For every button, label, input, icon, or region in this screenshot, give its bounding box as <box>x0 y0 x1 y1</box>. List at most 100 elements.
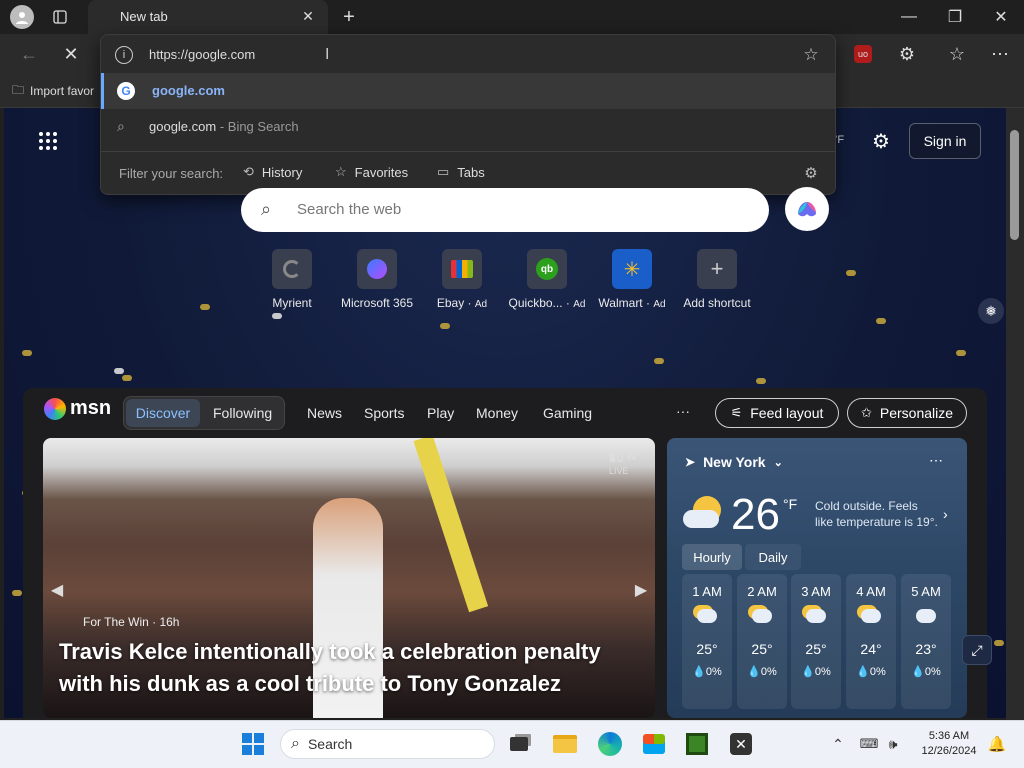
file-explorer-icon[interactable] <box>546 724 584 764</box>
filter-tabs-label: Tabs <box>457 164 485 180</box>
tab-new-tab[interactable]: New tab ✕ <box>88 0 328 34</box>
tab-discover[interactable]: Discover <box>126 399 200 427</box>
xbox-icon[interactable]: ✕ <box>722 724 760 764</box>
suggestion-bing[interactable]: ⌕ google.com - Bing Search <box>101 109 835 145</box>
nav-money[interactable]: Money <box>476 405 518 421</box>
tab-following[interactable]: Following <box>213 405 272 421</box>
carousel-prev-icon[interactable]: ◀ <box>49 578 65 602</box>
live-label: LIVE <box>609 466 629 476</box>
task-view-icon[interactable] <box>500 724 538 764</box>
notification-bell-icon[interactable]: 🔔 <box>988 734 1007 754</box>
suggestion-bing-query: google.com <box>149 119 217 134</box>
shortcut-quickbooks[interactable]: qb Quickbo... · Ad <box>505 249 589 310</box>
text-cursor-icon: I <box>325 46 330 63</box>
filter-favorites[interactable]: ☆ Favorites <box>335 164 408 180</box>
sign-in-button[interactable]: Sign in <box>909 123 981 159</box>
suggestion-google-label: google.com <box>152 83 225 98</box>
expand-icon[interactable]: ⤢ <box>962 635 992 665</box>
tab-actions-icon[interactable] <box>50 7 70 27</box>
background-effects-icon[interactable]: ❅ <box>978 298 1004 324</box>
network-icon[interactable]: ⌨ <box>860 734 879 754</box>
extensions-icon[interactable]: ⚙ <box>890 37 924 71</box>
apps-launcher-icon[interactable] <box>36 129 60 153</box>
filter-history-label: History <box>261 164 303 180</box>
hourly-forecast-item[interactable]: 2 AM 25° 💧0% <box>737 574 787 709</box>
filter-history[interactable]: ⟲ History <box>243 164 302 180</box>
more-menu-icon[interactable]: ⋯ <box>983 37 1017 71</box>
plus-icon: + <box>697 249 737 289</box>
carousel-next-icon[interactable]: ▶ <box>633 578 649 602</box>
new-tab-button[interactable]: + <box>338 6 360 28</box>
back-icon[interactable]: ← <box>12 37 46 71</box>
hour-time: 1 AM <box>692 584 722 599</box>
tab-hourly[interactable]: Hourly <box>682 544 742 570</box>
minimize-button[interactable]: — <box>886 0 932 34</box>
address-bar-dropdown: i https://google.com I ☆ G google.com ⌕ … <box>100 34 836 195</box>
stop-loading-icon[interactable]: ✕ <box>54 37 88 71</box>
hour-time: 3 AM <box>801 584 831 599</box>
partly-cloudy-night-icon <box>682 609 732 631</box>
personalize-button[interactable]: ✩ Personalize <box>847 398 967 428</box>
clock-time: 5:36 AM <box>928 730 970 742</box>
shortcut-walmart[interactable]: ✳ Walmart · Ad <box>590 249 674 310</box>
tab-daily[interactable]: Daily <box>745 544 801 570</box>
shortcut-ebay[interactable]: Ebay · Ad <box>420 249 504 310</box>
shortcut-myrient[interactable]: Myrient <box>250 249 334 310</box>
nav-play[interactable]: Play <box>427 405 454 421</box>
clock[interactable]: 5:36 AM 12/26/2024 <box>914 729 984 759</box>
story-headline[interactable]: Travis Kelce intentionally took a celebr… <box>59 636 639 700</box>
import-favorites-link[interactable]: 🗀 Import favor <box>12 82 94 100</box>
ad-badge: Ad <box>474 299 488 310</box>
profile-avatar[interactable] <box>10 5 34 29</box>
suggestion-google[interactable]: G google.com <box>101 73 835 109</box>
close-tab-icon[interactable]: ✕ <box>298 6 318 26</box>
copilot-button[interactable] <box>785 187 829 231</box>
shortcut-label-quickbooks: Quickbo... · Ad <box>508 296 586 310</box>
volume-icon[interactable]: 🕪 <box>884 734 902 754</box>
microsoft-store-icon[interactable] <box>635 724 673 764</box>
page-scrollbar[interactable] <box>1006 108 1024 720</box>
hourly-forecast-item[interactable]: 4 AM 24° 💧0% <box>846 574 896 709</box>
address-bar[interactable]: i https://google.com I ☆ <box>101 37 835 73</box>
msn-logo[interactable]: msn <box>44 397 111 420</box>
feed-layout-button[interactable]: ⚟ Feed layout <box>715 398 839 428</box>
page-settings-icon[interactable]: ⚙ <box>868 128 894 154</box>
precip-value: 0% <box>814 666 831 678</box>
web-search-box[interactable]: ⌕ Search the web <box>241 188 769 232</box>
shortcut-microsoft-365[interactable]: Microsoft 365 <box>335 249 419 310</box>
more-nav-icon[interactable]: ··· <box>676 403 690 419</box>
sliders-icon: ⚟ <box>730 405 743 420</box>
favorites-icon[interactable]: ☆ <box>940 37 974 71</box>
close-window-button[interactable]: ✕ <box>978 0 1024 34</box>
location-selector[interactable]: ➤ New York ⌄ <box>685 454 783 470</box>
nav-sports[interactable]: Sports <box>364 405 404 421</box>
windows-start-icon[interactable] <box>234 724 272 764</box>
chevron-right-icon[interactable]: › <box>943 506 948 522</box>
partly-cloudy-night-icon <box>791 609 841 631</box>
nav-news[interactable]: News <box>307 405 342 421</box>
search-settings-icon[interactable]: ⚙ <box>801 163 821 183</box>
tray-overflow-chevron-icon[interactable]: ⌃ <box>829 734 847 754</box>
hour-precip: 💧0% <box>801 666 831 678</box>
hourly-forecast-item[interactable]: 1 AM 25° 💧0% <box>682 574 732 709</box>
filter-tabs[interactable]: ▭ Tabs <box>437 164 485 180</box>
taskbar-search[interactable]: ⌕ Search <box>280 729 495 759</box>
address-input[interactable]: https://google.com <box>149 47 255 62</box>
nav-gaming[interactable]: Gaming <box>543 405 592 421</box>
precip-value: 0% <box>705 666 722 678</box>
shortcut-label: Microsoft 365 <box>340 296 414 310</box>
scrollbar-thumb[interactable] <box>1010 130 1019 240</box>
minecraft-icon[interactable] <box>678 724 716 764</box>
edge-icon[interactable] <box>591 724 629 764</box>
hourly-forecast-item[interactable]: 5 AM 23° 💧0% <box>901 574 951 709</box>
quickbooks-label: Quickbo... <box>508 296 563 310</box>
shortcut-add[interactable]: + Add shortcut <box>675 249 759 310</box>
site-info-icon[interactable]: i <box>115 46 133 64</box>
weather-more-icon[interactable]: ⋯ <box>929 452 943 469</box>
hourly-forecast-item[interactable]: 3 AM 25° 💧0% <box>791 574 841 709</box>
add-favorite-star-icon[interactable]: ☆ <box>801 45 821 65</box>
hero-story-card[interactable]: ▮▯ N LIVE ◀ ▶ For The Win · 16h Travis K… <box>43 438 655 718</box>
tab-daily-label: Daily <box>758 549 788 565</box>
restore-button[interactable]: ❐ <box>932 0 978 34</box>
ublock-extension-icon[interactable]: uo <box>846 37 880 71</box>
